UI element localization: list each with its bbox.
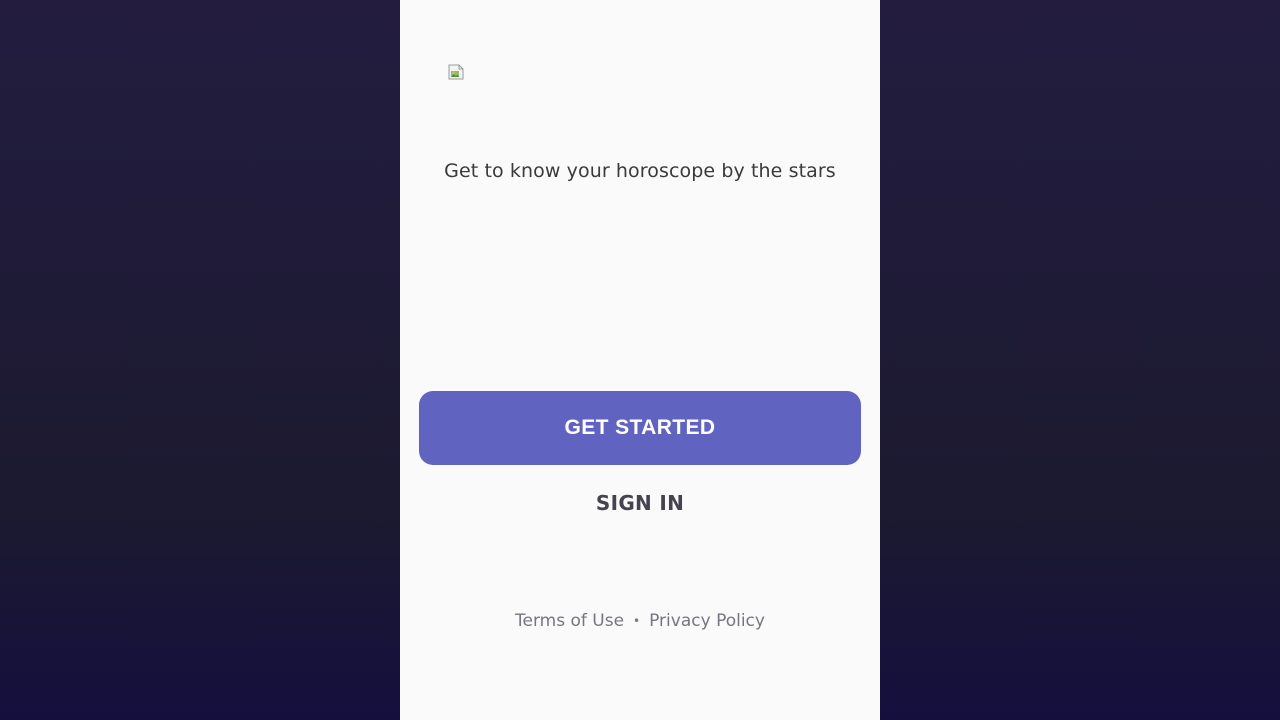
onboarding-panel: Get to know your horoscope by the stars …	[400, 0, 880, 720]
terms-of-use-link[interactable]: Terms of Use	[515, 611, 624, 631]
tagline: Get to know your horoscope by the stars	[444, 160, 836, 182]
sign-in-button[interactable]: SIGN IN	[540, 484, 740, 522]
footer-separator: •	[633, 614, 641, 628]
footer-links: Terms of Use • Privacy Policy	[400, 611, 880, 631]
background-left	[0, 0, 400, 720]
background-right	[880, 0, 1280, 720]
get-started-button[interactable]: GET STARTED	[419, 391, 861, 465]
privacy-policy-link[interactable]: Privacy Policy	[649, 611, 765, 631]
broken-image-icon	[448, 64, 464, 80]
